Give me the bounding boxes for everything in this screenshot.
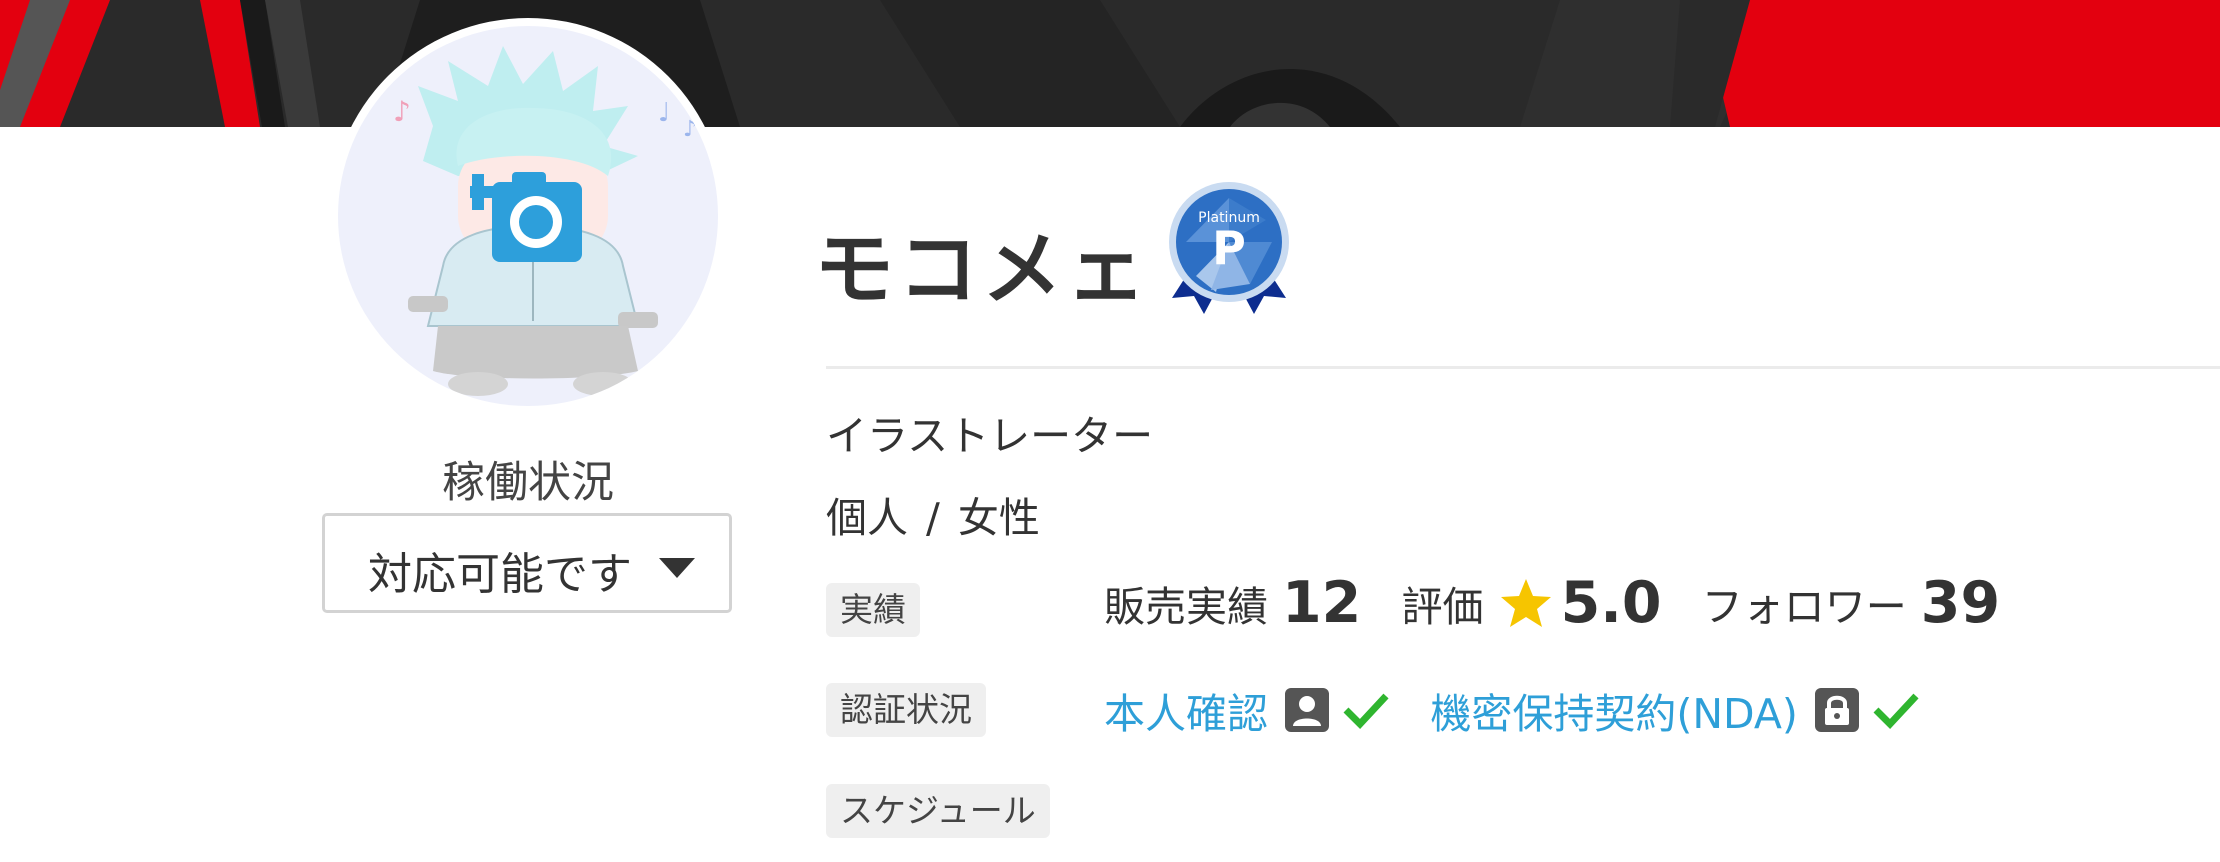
- profile-details: 個人 / 女性: [826, 484, 1040, 544]
- stats-row: 販売実績 12 評価 5.0 フォロワー 39: [1104, 570, 2000, 636]
- achievements-tag: 実績: [826, 583, 920, 637]
- availability-dropdown[interactable]: 対応可能です: [322, 513, 732, 613]
- occupation: イラストレーター: [826, 412, 1154, 460]
- sales-value: 12: [1282, 570, 1362, 636]
- check-icon: [1343, 693, 1389, 730]
- platinum-badge-icon: Platinum P: [1166, 180, 1292, 320]
- svg-text:♪: ♪: [393, 95, 411, 128]
- camera-plus-icon[interactable]: [460, 162, 586, 268]
- details-separator: /: [926, 494, 940, 542]
- lock-icon: [1815, 688, 1860, 732]
- account-type: 個人: [826, 494, 908, 542]
- nda-link[interactable]: 機密保持契約(NDA): [1430, 690, 1798, 738]
- svg-text:♪: ♪: [683, 117, 697, 142]
- avatar-frame: ♪ ♩ ♪: [330, 18, 726, 414]
- check-icon: [1873, 693, 1919, 730]
- sales-label: 販売実績: [1104, 583, 1268, 631]
- person-icon: [1285, 688, 1330, 732]
- avatar[interactable]: ♪ ♩ ♪: [338, 26, 718, 406]
- profile-name: モコメェ: [814, 223, 1150, 316]
- gender: 女性: [957, 494, 1040, 542]
- rating-label: 評価: [1401, 583, 1484, 631]
- followers-value: 39: [1920, 570, 2001, 636]
- caret-down-icon: [659, 558, 695, 582]
- cover-image: [0, 0, 2220, 127]
- divider: [826, 366, 2220, 369]
- rating-value: 5.0: [1560, 570, 1662, 636]
- availability-value: 対応可能です: [368, 549, 632, 600]
- availability-label: 稼働状況: [442, 458, 614, 508]
- svg-text:♩: ♩: [658, 98, 670, 128]
- badge-letter: P: [1212, 221, 1246, 275]
- schedule-tag: スケジュール: [826, 784, 1050, 838]
- verification-row: 本人確認 機密保持契約(NDA): [1104, 680, 1920, 740]
- star-icon: [1500, 579, 1551, 627]
- identity-verification-link[interactable]: 本人確認: [1104, 690, 1268, 738]
- verification-tag: 認証状況: [826, 683, 986, 737]
- followers-label: フォロワー: [1701, 583, 1907, 631]
